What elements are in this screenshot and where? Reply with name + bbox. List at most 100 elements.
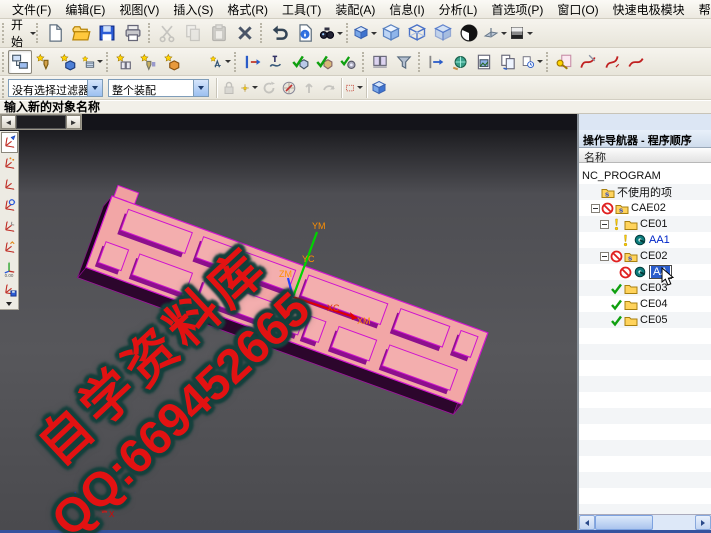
wcs-triad-button[interactable] bbox=[1, 174, 18, 195]
toolbar-grip[interactable] bbox=[106, 52, 109, 72]
batch-doc-button[interactable] bbox=[520, 50, 544, 74]
new-file-button[interactable] bbox=[42, 20, 68, 46]
tree-expand-toggle[interactable] bbox=[591, 204, 600, 213]
machine-tool-view-button[interactable] bbox=[56, 50, 80, 74]
navigator-scroll-thumb[interactable] bbox=[595, 515, 653, 530]
paste-button[interactable] bbox=[206, 20, 232, 46]
toolbar-grip[interactable] bbox=[2, 23, 5, 43]
toolbar-grip[interactable] bbox=[2, 78, 5, 98]
menu-item-6[interactable]: 装配(A) bbox=[328, 0, 382, 19]
create-geometry-button[interactable] bbox=[160, 50, 184, 74]
copy-doc-button[interactable] bbox=[496, 50, 520, 74]
navigator-column-header[interactable]: 名称 bbox=[579, 148, 711, 163]
wcs-change-button[interactable] bbox=[1, 237, 18, 258]
info-window-button[interactable] bbox=[292, 20, 318, 46]
sidebar-overflow-arrow[interactable] bbox=[6, 302, 12, 306]
geometry-view-button[interactable] bbox=[80, 50, 104, 74]
selection-scope-select[interactable]: 整个装配 bbox=[108, 79, 209, 97]
start-button[interactable]: 开始 bbox=[8, 20, 34, 46]
dropdown-caret[interactable] bbox=[252, 86, 258, 89]
graphics-viewport[interactable]: YM YC ZM XC XM + X bbox=[0, 130, 577, 530]
dropdown-caret[interactable] bbox=[357, 86, 363, 89]
tree-expand-toggle[interactable] bbox=[600, 252, 609, 261]
dropdown-caret[interactable] bbox=[225, 60, 231, 63]
save-button[interactable] bbox=[94, 20, 120, 46]
menu-item-12[interactable]: 帮助(H) bbox=[692, 0, 711, 19]
selection-scope-select-arrow[interactable] bbox=[193, 80, 208, 96]
show-shaded-button[interactable] bbox=[369, 78, 389, 98]
tree-row-ce05[interactable]: CE05 bbox=[579, 312, 711, 328]
list-toolpath-button[interactable] bbox=[368, 50, 392, 74]
view-rotate-ball-button[interactable] bbox=[456, 20, 482, 46]
clip-section-button[interactable] bbox=[482, 20, 508, 46]
toolbar-grip[interactable] bbox=[546, 52, 549, 72]
print-button[interactable] bbox=[120, 20, 146, 46]
wcs-display-button[interactable]: 0.00 bbox=[1, 258, 18, 279]
selection-filter-select-arrow[interactable] bbox=[87, 80, 102, 96]
wireframe-view-button[interactable] bbox=[404, 20, 430, 46]
dropdown-caret[interactable] bbox=[371, 32, 377, 35]
trim-curve-button[interactable] bbox=[576, 50, 600, 74]
menu-item-2[interactable]: 视图(V) bbox=[112, 0, 166, 19]
rename-edit-box[interactable]: AA bbox=[649, 265, 672, 279]
background-gradient-button[interactable] bbox=[508, 20, 534, 46]
menu-item-7[interactable]: 信息(I) bbox=[382, 0, 431, 19]
tree-expand-toggle[interactable] bbox=[600, 220, 609, 229]
tree-row-ce01[interactable]: CE01 bbox=[579, 216, 711, 232]
menu-item-4[interactable]: 格式(R) bbox=[220, 0, 275, 19]
toolbar-grip[interactable] bbox=[260, 23, 263, 43]
cut-button[interactable] bbox=[154, 20, 180, 46]
toolbar-grip[interactable] bbox=[362, 52, 365, 72]
tree-row-ce03[interactable]: CE03 bbox=[579, 280, 711, 296]
wcs-rotate-button[interactable] bbox=[1, 195, 18, 216]
create-method-button[interactable] bbox=[184, 50, 208, 74]
dropdown-caret[interactable] bbox=[337, 32, 343, 35]
wcs-orient-button[interactable] bbox=[1, 216, 18, 237]
rectangle-select-button[interactable] bbox=[344, 78, 364, 98]
navigator-hscrollbar[interactable] bbox=[579, 514, 711, 530]
toolbar-grip[interactable] bbox=[148, 23, 151, 43]
toolbar-grip[interactable] bbox=[418, 52, 421, 72]
tree-row-nc-program[interactable]: NC_PROGRAM bbox=[579, 168, 711, 184]
parallel-generate-button[interactable] bbox=[264, 50, 288, 74]
tree-row-cae02[interactable]: sCAE02 bbox=[579, 200, 711, 216]
create-operation-button[interactable] bbox=[208, 50, 232, 74]
menu-item-10[interactable]: 窗口(O) bbox=[550, 0, 605, 19]
wcs-origin-button[interactable] bbox=[1, 153, 18, 174]
fit-view-button[interactable] bbox=[279, 78, 299, 98]
edit-curve-button[interactable] bbox=[600, 50, 624, 74]
selection-filter-select[interactable]: 没有选择过滤器 bbox=[8, 79, 103, 97]
navigator-scroll-right-button[interactable] bbox=[695, 515, 711, 530]
refresh-view-button[interactable] bbox=[259, 78, 279, 98]
dropdown-caret[interactable] bbox=[97, 60, 103, 63]
wcs-save-button[interactable] bbox=[1, 279, 18, 300]
program-order-view-button[interactable] bbox=[32, 50, 56, 74]
tree-row-aa[interactable]: AA bbox=[579, 264, 711, 280]
dropdown-caret[interactable] bbox=[527, 32, 533, 35]
simulate-machine-button[interactable] bbox=[312, 50, 336, 74]
navigator-scroll-left-button[interactable] bbox=[579, 515, 595, 530]
tree-row--[interactable]: s不使用的项 bbox=[579, 184, 711, 200]
create-program-button[interactable] bbox=[112, 50, 136, 74]
pan-view-button[interactable] bbox=[299, 78, 319, 98]
verify-toolpath-button[interactable] bbox=[288, 50, 312, 74]
operation-navigator-button[interactable] bbox=[8, 50, 32, 74]
toolbar-grip[interactable] bbox=[2, 52, 5, 72]
mini-scroll-left-button[interactable]: ◄ bbox=[1, 115, 16, 129]
generate-toolpath-button[interactable] bbox=[240, 50, 264, 74]
menu-item-8[interactable]: 分析(L) bbox=[432, 0, 485, 19]
menu-item-9[interactable]: 首选项(P) bbox=[484, 0, 550, 19]
snap-lock-button[interactable] bbox=[219, 78, 239, 98]
translucent-view-button[interactable] bbox=[430, 20, 456, 46]
tree-row-aa1[interactable]: AA1 bbox=[579, 232, 711, 248]
delete-button[interactable] bbox=[232, 20, 258, 46]
menu-item-1[interactable]: 编辑(E) bbox=[58, 0, 112, 19]
wcs-dynamics-button[interactable] bbox=[1, 132, 18, 153]
dropdown-caret[interactable] bbox=[501, 32, 507, 35]
find-button[interactable] bbox=[318, 20, 344, 46]
tree-row-ce04[interactable]: CE04 bbox=[579, 296, 711, 312]
menu-item-5[interactable]: 工具(T) bbox=[275, 0, 328, 19]
copy-button[interactable] bbox=[180, 20, 206, 46]
toolbar-grip[interactable] bbox=[346, 23, 349, 43]
dropdown-caret[interactable] bbox=[537, 60, 543, 63]
